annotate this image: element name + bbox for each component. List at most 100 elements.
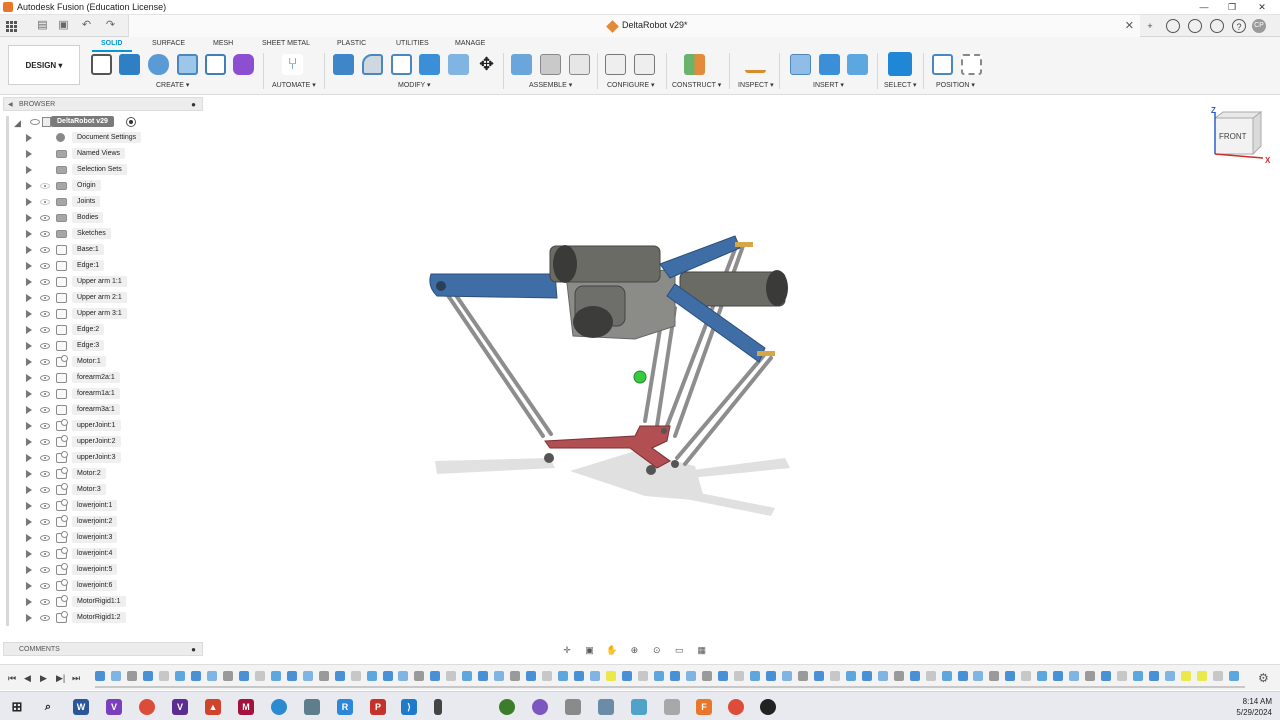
configuration-rule-icon[interactable] [634,54,655,75]
timeline-feature-icon[interactable] [335,671,345,681]
expand-arrow-icon[interactable] [26,390,32,398]
matlab-icon[interactable]: ▲ [205,699,221,715]
browser-item[interactable]: forearm1a:1 [6,387,202,403]
browser-item[interactable]: lowerjoint:6 [6,579,202,595]
timeline-feature-icon[interactable] [782,671,792,681]
expand-arrow-icon[interactable] [26,214,32,222]
timeline-feature-icon[interactable] [526,671,536,681]
visibility-eye-icon[interactable] [40,615,50,621]
timeline-start-icon[interactable]: ⏮ [8,673,16,684]
timeline-feature-icon[interactable] [926,671,936,681]
group-assemble[interactable]: ASSEMBLE ▾ [529,81,572,89]
browser-item[interactable]: MotorRigid1:2 [6,611,202,627]
visual-studio-icon[interactable]: V [106,699,122,715]
visibility-eye-icon[interactable] [40,231,50,237]
timeline-feature-icon[interactable] [510,671,520,681]
timeline-feature-icon[interactable] [973,671,983,681]
app-light-icon[interactable] [664,699,680,715]
visibility-eye-icon[interactable] [40,359,50,365]
timeline-feature-icon[interactable] [175,671,185,681]
timeline-feature-icon[interactable] [1005,671,1015,681]
document-tab[interactable]: DeltaRobot v29* ✕ [128,15,1140,37]
timeline-back-icon[interactable]: ◀ [24,673,31,684]
fusion-taskbar-icon[interactable]: F [696,699,712,715]
timeline-feature-icon[interactable] [127,671,137,681]
visibility-eye-icon[interactable] [40,391,50,397]
expand-arrow-icon[interactable] [26,326,32,334]
timeline-feature-icon[interactable] [542,671,552,681]
expand-arrow-icon[interactable] [26,310,32,318]
origin-marker[interactable] [633,370,647,384]
visibility-eye-icon[interactable] [40,439,50,445]
timeline-feature-icon[interactable] [1021,671,1031,681]
chrome-2-icon[interactable] [728,699,744,715]
joint-icon[interactable] [540,54,561,75]
browser-item[interactable]: Document Settings [6,131,202,147]
browser-item[interactable]: lowerjoint:2 [6,515,202,531]
timeline-feature-icon[interactable] [1101,671,1111,681]
insert-canvas-icon[interactable] [847,54,868,75]
timeline-feature-icon[interactable] [319,671,329,681]
expand-arrow-icon[interactable] [26,470,32,478]
timeline-feature-icon[interactable] [558,671,568,681]
group-insert[interactable]: INSERT ▾ [813,81,844,89]
group-select[interactable]: SELECT ▾ [884,81,917,89]
browser-root-node[interactable]: ◢ DeltaRobot v29 [6,115,202,131]
timeline-feature-icon[interactable] [494,671,504,681]
combine-icon[interactable] [419,54,440,75]
visibility-eye-icon[interactable] [40,375,50,381]
browser-item[interactable]: Sketches [6,227,202,243]
create-sketch-icon[interactable] [91,54,112,75]
expand-arrow-icon[interactable] [26,374,32,382]
timeline-feature-icon[interactable] [1229,671,1239,681]
timeline-feature-icon[interactable] [846,671,856,681]
timeline-feature-icon[interactable] [287,671,297,681]
app-purple-icon[interactable] [532,699,548,715]
fillet-icon[interactable] [362,54,383,75]
timeline-feature-icon[interactable] [718,671,728,681]
offset-plane-icon[interactable] [684,54,705,75]
expand-arrow-icon[interactable] [26,454,32,462]
group-position[interactable]: POSITION ▾ [936,81,975,89]
system-clock[interactable]: 8:14 AM 5/29/2024 [1236,696,1272,718]
timeline-feature-icon[interactable] [750,671,760,681]
timeline-feature-icon[interactable] [255,671,265,681]
activate-radio-icon[interactable] [126,117,136,127]
browser-item[interactable]: Bodies [6,211,202,227]
browser-pin-icon[interactable]: ● [191,100,196,109]
timeline-feature-icon[interactable] [606,671,616,681]
revert-position-icon[interactable] [961,54,982,75]
visibility-eye-icon[interactable] [40,343,50,349]
browser-item[interactable]: Motor:2 [6,467,202,483]
browser-item[interactable]: Edge:1 [6,259,202,275]
visibility-eye-icon[interactable] [40,583,50,589]
tab-surface[interactable]: SURFACE [152,40,185,47]
timeline-scrubber[interactable] [95,686,1245,688]
timeline-feature-icon[interactable] [1197,671,1207,681]
zoom-icon[interactable]: ⊕ [627,645,641,657]
new-tab-plus-icon[interactable]: + [1143,19,1157,33]
browser-item[interactable]: forearm2a:1 [6,371,202,387]
timeline-feature-icon[interactable] [989,671,999,681]
timeline-feature-icon[interactable] [1181,671,1191,681]
redo-icon[interactable]: ↷ [104,19,117,32]
visibility-eye-icon[interactable] [40,215,50,221]
browser-item[interactable]: Edge:2 [6,323,202,339]
timeline-feature-icon[interactable] [862,671,872,681]
expand-arrow-icon[interactable] [26,566,32,574]
expand-arrow-icon[interactable] [26,438,32,446]
visibility-eye-icon[interactable] [40,295,50,301]
pattern-icon[interactable] [205,54,226,75]
github-icon[interactable] [760,699,776,715]
timeline-feature-icon[interactable] [702,671,712,681]
app-green-icon[interactable] [499,699,515,715]
timeline-feature-icon[interactable] [814,671,824,681]
visibility-eye-icon[interactable] [40,423,50,429]
browser-item[interactable]: forearm3a:1 [6,403,202,419]
maple-icon[interactable]: M [238,699,254,715]
timeline-feature-icon[interactable] [111,671,121,681]
tab-sheet-metal[interactable]: SHEET METAL [262,40,310,47]
browser-header[interactable]: ◀ BROWSER ● [3,97,203,111]
timeline-feature-icon[interactable] [574,671,584,681]
select-icon[interactable] [888,52,912,76]
